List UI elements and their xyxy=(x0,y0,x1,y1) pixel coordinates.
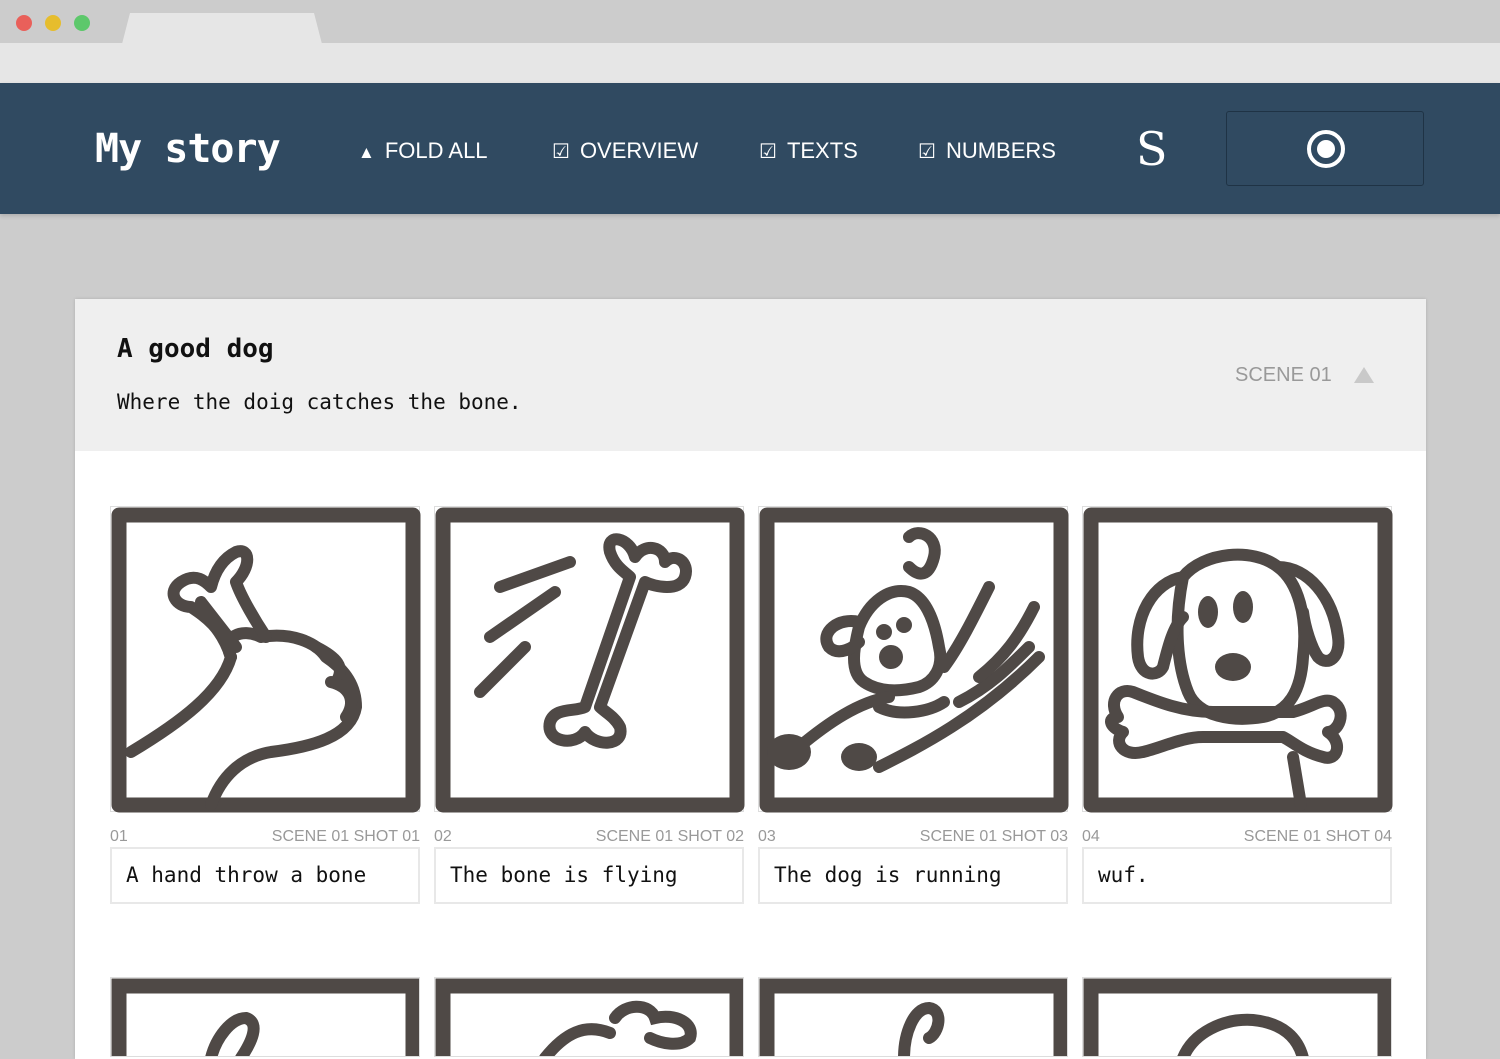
shot-drawing-partial xyxy=(435,978,743,1056)
shot-label: SCENE 01 SHOT 01 xyxy=(271,828,420,845)
shot-drawing-partial xyxy=(1083,978,1391,1056)
shot-frame-image[interactable] xyxy=(434,506,745,813)
checkbox-icon: ☑ xyxy=(918,141,936,163)
shot-drawing-partial xyxy=(111,978,419,1056)
numbers-label: NUMBERS xyxy=(945,138,1056,163)
shot-caption-field[interactable]: A hand throw a bone xyxy=(110,847,420,904)
scene-description: Where the doig catches the bone. xyxy=(117,390,522,414)
numbers-toggle[interactable]: ☑ NUMBERS xyxy=(918,135,1056,168)
shot-caption-field[interactable]: The bone is flying xyxy=(434,847,744,904)
running-dog-drawing xyxy=(759,507,1069,813)
shot-number: 02 xyxy=(434,828,452,845)
fold-all-button[interactable]: ▲ FOLD ALL xyxy=(358,135,488,169)
s-logo-icon[interactable]: S xyxy=(1136,121,1168,177)
shot-frame-image[interactable] xyxy=(434,977,744,1057)
shot-label: SCENE 01 SHOT 03 xyxy=(919,828,1068,845)
shot-frame-image[interactable] xyxy=(1082,977,1392,1057)
record-button[interactable] xyxy=(1226,111,1424,186)
shot-number: 03 xyxy=(758,828,776,845)
shot-frame-image[interactable] xyxy=(110,977,420,1057)
app-title: My story xyxy=(95,126,281,172)
shot-frame-image[interactable] xyxy=(758,506,1069,813)
fold-all-label: FOLD ALL xyxy=(384,138,488,163)
app-header: My story ▲ FOLD ALL ☑ OVERVIEW ☑ TEXTS ☑ NUM… xyxy=(0,83,1500,214)
triangle-up-icon: ▲ xyxy=(358,143,375,162)
shot-number: 04 xyxy=(1082,828,1100,845)
flying-bone-drawing xyxy=(435,507,745,813)
shot-label: SCENE 01 SHOT 04 xyxy=(1243,828,1392,845)
scene-header: A good dog Where the doig catches the bo… xyxy=(75,299,1426,451)
minimize-window-icon[interactable] xyxy=(45,15,61,31)
collapse-scene-icon[interactable] xyxy=(1354,367,1374,383)
shot-number: 01 xyxy=(110,828,128,845)
dog-with-bone-drawing xyxy=(1083,507,1393,813)
overview-toggle[interactable]: ☑ OVERVIEW xyxy=(552,135,698,168)
maximize-window-icon[interactable] xyxy=(74,15,90,31)
shot-frame-image[interactable] xyxy=(1082,506,1393,813)
scene-panel: A good dog Where the doig catches the bo… xyxy=(75,299,1426,1059)
shot-caption-field[interactable]: wuf. xyxy=(1082,847,1392,904)
shot-caption-field[interactable]: The dog is running xyxy=(758,847,1068,904)
browser-titlebar xyxy=(0,0,1500,44)
shot-label: SCENE 01 SHOT 02 xyxy=(595,828,744,845)
texts-toggle[interactable]: ☑ TEXTS xyxy=(759,135,858,168)
scene-label: SCENE 01 xyxy=(1235,364,1332,386)
record-icon xyxy=(1307,130,1345,168)
scene-title: A good dog xyxy=(117,334,274,364)
overview-label: OVERVIEW xyxy=(579,138,699,163)
close-window-icon[interactable] xyxy=(16,15,32,31)
browser-tab[interactable] xyxy=(122,13,322,44)
hand-with-bone-drawing xyxy=(111,507,421,813)
checkbox-icon: ☑ xyxy=(759,141,777,163)
shot-drawing-partial xyxy=(759,978,1067,1056)
shot-frame-image[interactable] xyxy=(110,506,421,813)
checkbox-icon: ☑ xyxy=(552,141,570,163)
browser-toolbar xyxy=(0,43,1500,83)
shot-frame-image[interactable] xyxy=(758,977,1068,1057)
texts-label: TEXTS xyxy=(786,138,858,163)
